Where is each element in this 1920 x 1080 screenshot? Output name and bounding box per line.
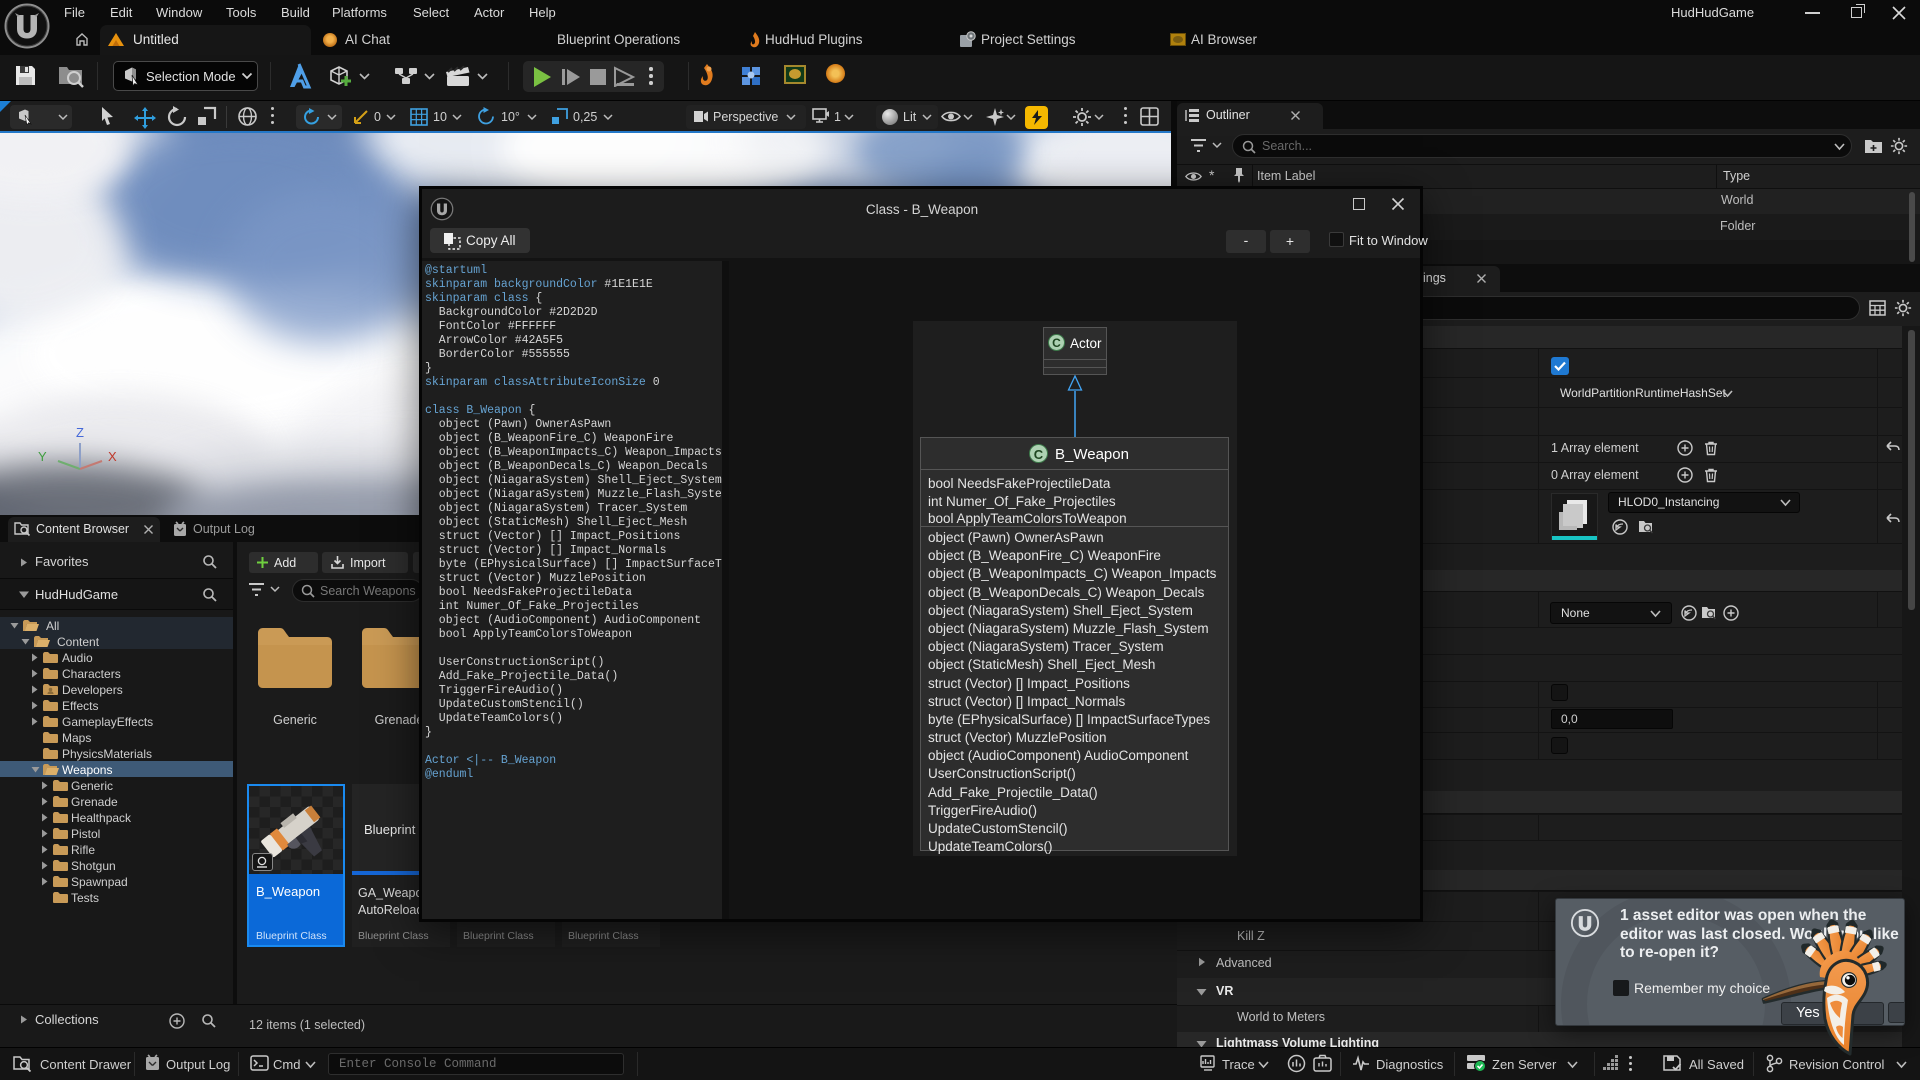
- svg-text:Z: Z: [76, 425, 84, 440]
- svg-text:Y: Y: [38, 449, 47, 464]
- svg-text:X: X: [108, 449, 117, 464]
